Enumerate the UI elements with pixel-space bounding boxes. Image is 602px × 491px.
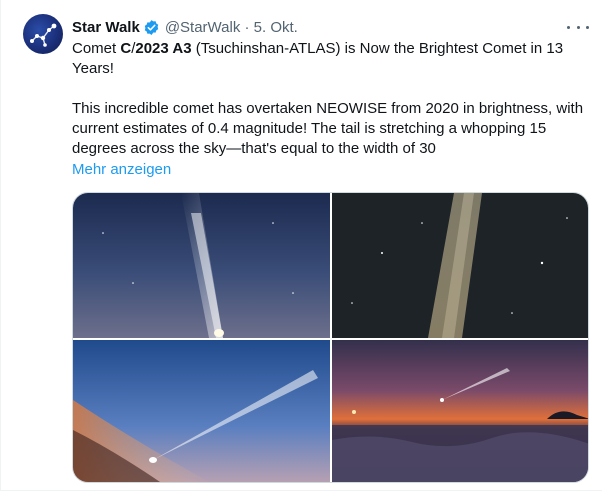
more-options-icon[interactable] (567, 20, 589, 34)
handle-and-date[interactable]: @StarWalk · 5. Okt. (165, 19, 298, 36)
display-name[interactable]: Star Walk (72, 19, 140, 36)
verified-badge-icon[interactable] (143, 19, 160, 36)
constellation-logo-icon (30, 23, 57, 47)
media-grid (72, 192, 589, 483)
comet-photo-1[interactable] (73, 193, 330, 338)
tweet-text: Comet C/2023 A3 (Tsuchinshan-ATLAS) is N… (72, 39, 587, 159)
tweet-body: This incredible comet has overtaken NEOW… (72, 100, 584, 157)
show-more-link[interactable]: Mehr anzeigen (72, 160, 171, 180)
tweet-headline: Comet C/2023 A3 (Tsuchinshan-ATLAS) is N… (72, 40, 564, 77)
tweet-header: Star Walk @StarWalk · 5. Okt. (72, 17, 298, 37)
comet-photo-3[interactable] (73, 340, 330, 482)
avatar[interactable] (23, 14, 63, 54)
comet-photo-2[interactable] (332, 193, 588, 338)
comet-photo-4[interactable] (332, 340, 588, 482)
tweet-card[interactable]: Star Walk @StarWalk · 5. Okt. Comet C/20… (0, 0, 602, 491)
